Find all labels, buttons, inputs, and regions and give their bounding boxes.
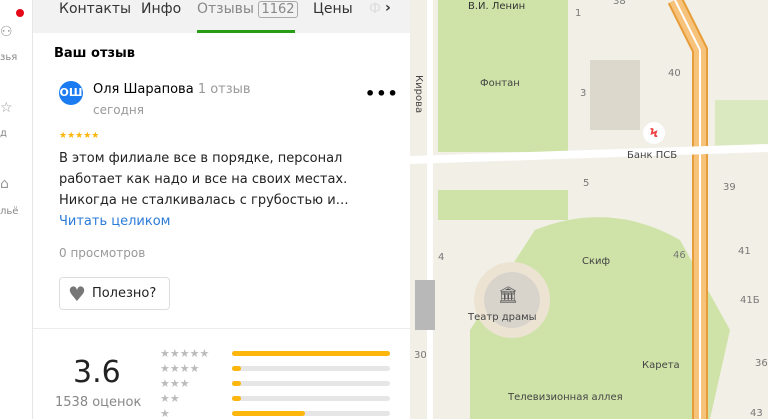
- read-more-link[interactable]: Читать целиком: [59, 214, 170, 229]
- views-count: 0 просмотров: [59, 246, 146, 260]
- rating-bar-fill: [232, 410, 305, 416]
- rating-row[interactable]: ★★: [160, 391, 390, 405]
- map[interactable]: В.И. Ленин Кирова Фонтан Банк ПСБ Ϟ Скиф…: [410, 0, 768, 419]
- tabs: Контакты Инфо Отзывы 1162 Цены Ф ›: [33, 0, 410, 33]
- map-label-kareta[interactable]: Карета: [642, 360, 680, 371]
- rating-row-stars: ★: [160, 406, 170, 419]
- house-number: 41: [738, 246, 751, 257]
- review-author: Оля Шарапова 1 отзыв: [93, 82, 251, 97]
- left-rail: ⚇ зья ☆ д ⌂ льё: [0, 0, 33, 419]
- tab-info[interactable]: Инфо: [141, 0, 181, 18]
- review-stars: ★★★★★: [59, 131, 100, 141]
- rating-row-stars: ★★★: [160, 376, 190, 390]
- tab-prices[interactable]: Цены: [313, 0, 353, 18]
- star-icon[interactable]: ☆: [0, 100, 13, 116]
- rating-row[interactable]: ★★★★: [160, 361, 390, 375]
- rating-row[interactable]: ★★★★★: [160, 346, 390, 360]
- house-number: 3: [580, 88, 587, 99]
- bank-logo-icon[interactable]: Ϟ: [643, 122, 665, 144]
- rating-bar: [232, 380, 390, 386]
- rating-bar-fill: [232, 350, 390, 356]
- friends-icon[interactable]: ⚇: [0, 24, 13, 40]
- tab-contacts[interactable]: Контакты: [59, 0, 131, 18]
- house-number: 41Б: [740, 295, 760, 306]
- author-review-count: 1 отзыв: [197, 82, 251, 97]
- reviews-count-badge: 1162: [258, 1, 298, 18]
- rating-bar: [232, 410, 390, 416]
- rating-row[interactable]: ★: [160, 406, 390, 419]
- useful-button[interactable]: ♥ Полезно?: [59, 277, 170, 310]
- house-number: 43: [750, 408, 763, 419]
- rating-row-stars: ★★★★: [160, 361, 200, 375]
- org-panel: Контакты Инфо Отзывы 1162 Цены Ф › Ваш о…: [33, 0, 410, 419]
- rating-bar-fill: [232, 380, 242, 386]
- house-number: 46: [673, 250, 686, 261]
- house-number: 38: [613, 0, 626, 7]
- house-number: 5: [583, 178, 590, 189]
- map-label-theatre[interactable]: Театр драмы: [468, 312, 537, 323]
- avatar[interactable]: ОШ: [59, 81, 83, 105]
- useful-label: Полезно?: [91, 286, 157, 301]
- rating-bar-fill: [232, 395, 242, 401]
- theatre-icon[interactable]: 🏛: [498, 285, 518, 304]
- house-icon[interactable]: ⌂: [0, 176, 9, 192]
- house-number: 36: [755, 358, 768, 369]
- map-label-bank[interactable]: Банк ПСБ: [627, 150, 677, 161]
- house-number: 39: [723, 182, 736, 193]
- tab-reviews[interactable]: Отзывы 1162: [197, 0, 298, 19]
- house-number: 30: [414, 350, 427, 361]
- map-label-lenin[interactable]: В.И. Ленин: [468, 1, 525, 12]
- map-label-fontan[interactable]: Фонтан: [480, 78, 520, 89]
- map-label-skif[interactable]: Скиф: [582, 256, 610, 267]
- notification-dot: [16, 9, 24, 17]
- divider: [33, 328, 410, 329]
- house-number: 40: [668, 68, 681, 79]
- heart-icon: ♥: [68, 281, 86, 306]
- more-options-button[interactable]: •••: [365, 84, 399, 103]
- rail-item-friends[interactable]: зья: [0, 52, 17, 63]
- author-name[interactable]: Оля Шарапова: [93, 82, 194, 97]
- rating-bar: [232, 395, 390, 401]
- rating-bar: [232, 365, 390, 371]
- house-number: 1: [575, 8, 582, 19]
- active-tab-indicator: [197, 30, 295, 33]
- park-square: [438, 0, 568, 152]
- rating-row-stars: ★★: [160, 391, 180, 405]
- tab-photos[interactable]: Ф: [369, 0, 381, 18]
- rail-item-2[interactable]: д: [0, 128, 7, 139]
- tab-reviews-label: Отзывы: [197, 1, 254, 17]
- rating-bar-fill: [232, 365, 242, 371]
- chevron-right-icon[interactable]: ›: [385, 0, 391, 16]
- rating-row-stars: ★★★★★: [160, 346, 210, 360]
- map-canvas[interactable]: [410, 0, 768, 419]
- house-number: 4: [438, 252, 445, 263]
- ratings-count: 1538 оценок: [55, 395, 142, 410]
- rail-item-housing[interactable]: льё: [0, 206, 18, 217]
- map-label-alley[interactable]: Телевизионная аллея: [508, 392, 623, 403]
- review-date: сегодня: [93, 103, 144, 117]
- rating-bar: [232, 350, 390, 356]
- your-review-heading: Ваш отзыв: [54, 46, 136, 61]
- review-text: В этом филиале все в порядке, персонал р…: [59, 151, 349, 208]
- rating-row[interactable]: ★★★: [160, 376, 390, 390]
- map-label-kirova: Кирова: [413, 75, 424, 114]
- rating-score: 3.6: [73, 355, 121, 390]
